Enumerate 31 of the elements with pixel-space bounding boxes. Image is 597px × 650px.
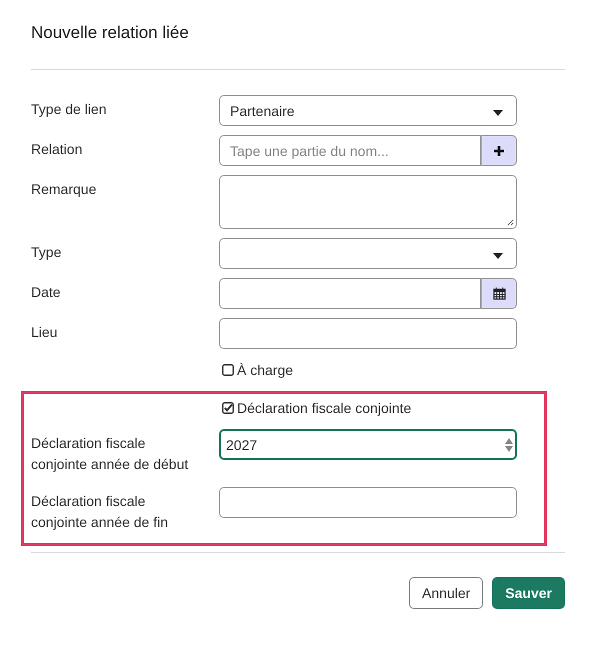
- remark-textarea[interactable]: [219, 175, 517, 229]
- name-field[interactable]: Tape une partie du nom...: [219, 135, 481, 166]
- caret-icon: [493, 110, 503, 116]
- checked-checkbox[interactable]: [222, 402, 234, 414]
- text-field[interactable]: [219, 318, 517, 349]
- dialog-title: Nouvelle relation liée: [31, 22, 190, 44]
- field-label: Date: [31, 283, 62, 302]
- calendar-button[interactable]: [481, 278, 517, 309]
- text-field[interactable]: [219, 487, 517, 518]
- add-button[interactable]: [481, 135, 517, 166]
- cancel-button[interactable]: Annuler: [409, 577, 484, 609]
- field-label: Type: [31, 243, 62, 262]
- resize-handle-icon: [507, 219, 514, 226]
- checkbox-label: Déclaration fiscale conjointe: [237, 399, 412, 417]
- date-field[interactable]: [219, 278, 481, 309]
- spinner-icon: [505, 437, 513, 453]
- field-label: Type de lien: [31, 100, 108, 119]
- field-label: Remarque: [31, 180, 98, 199]
- plus-icon: [493, 144, 505, 156]
- field-label: Relation: [31, 140, 84, 159]
- caret-icon: [493, 253, 503, 259]
- year-field[interactable]: 2027: [219, 429, 517, 460]
- checkbox-label: À charge: [237, 361, 294, 379]
- field-label: Déclaration fiscale conjointe année de début: [31, 434, 190, 474]
- select-field[interactable]: Partenaire: [219, 95, 517, 126]
- field-label: Lieu: [31, 323, 58, 342]
- select-field[interactable]: [219, 238, 517, 269]
- save-button[interactable]: Sauver: [492, 577, 565, 609]
- field-label: Déclaration fiscale conjointe année de fin: [31, 492, 169, 532]
- checkbox[interactable]: [222, 364, 234, 376]
- calendar-icon: [492, 287, 506, 300]
